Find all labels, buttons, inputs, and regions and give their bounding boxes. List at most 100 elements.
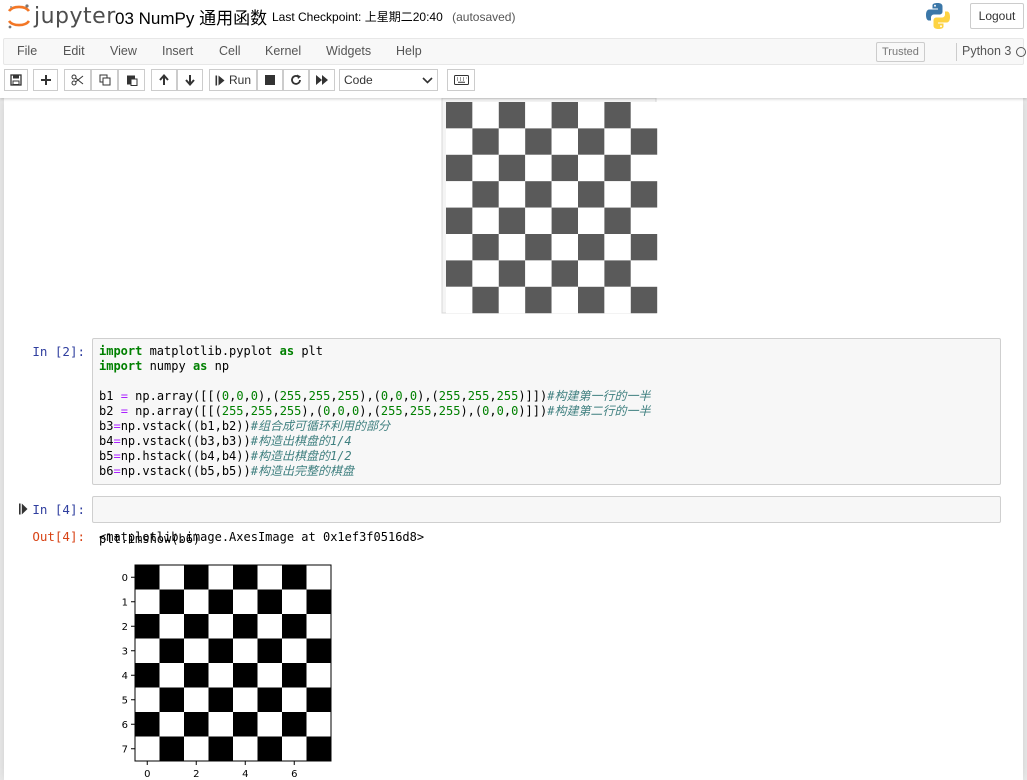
code-token: 255 <box>308 389 331 403</box>
save-button[interactable] <box>4 69 28 91</box>
heatmap-cell <box>282 614 307 639</box>
menu-help[interactable]: Help <box>396 44 422 58</box>
y-axis: 0 1 2 3 4 5 6 7 <box>122 573 135 755</box>
command-palette-button[interactable] <box>447 69 475 91</box>
heatmap-cell <box>257 712 282 737</box>
interrupt-button[interactable] <box>257 69 283 91</box>
heatmap-cell <box>159 565 184 590</box>
code-line: b1 = np.array([[(0,0,0),(255,255,255),(0… <box>99 389 994 404</box>
board-square <box>472 102 499 129</box>
code-token: , <box>330 404 338 418</box>
toolbar: Run Code <box>0 68 1027 94</box>
menu-insert[interactable]: Insert <box>162 44 193 58</box>
heatmap-cell <box>208 638 233 663</box>
heatmap-cell <box>306 589 331 614</box>
x-tick-label: 4 <box>242 769 248 780</box>
heatmap-cell <box>257 614 282 639</box>
heatmap-cell <box>233 736 258 761</box>
board-square <box>446 260 473 287</box>
code-token: ),( <box>359 389 381 403</box>
restart-button[interactable] <box>283 69 309 91</box>
kernel-name[interactable]: Python 3 <box>962 44 1011 58</box>
code-token: )]]) <box>518 389 548 403</box>
menu-kernel[interactable]: Kernel <box>265 44 301 58</box>
code-line: import numpy as np <box>99 359 994 374</box>
board-square <box>604 234 631 261</box>
code-token: 255 <box>337 389 360 403</box>
heatmap-cell <box>159 712 184 737</box>
board-square <box>604 286 631 314</box>
heatmap-cell <box>208 565 233 590</box>
top-bar: jupyter 03 NumPy 通用函数 Last Checkpoint: 上… <box>0 0 1027 36</box>
code-token: , <box>272 404 280 418</box>
board-square <box>498 128 526 155</box>
board-square <box>498 260 526 287</box>
move-down-button[interactable] <box>177 69 203 91</box>
heatmap-cell <box>233 687 258 712</box>
menu-view[interactable]: View <box>110 44 137 58</box>
cell-4-output-text: <matplotlib.image.AxesImage at 0x1ef3f05… <box>99 530 425 544</box>
cell-2-code-input[interactable]: import matplotlib.pyplot as plt import nu… <box>92 338 1001 485</box>
notebook-name[interactable]: 03 NumPy 通用函数 <box>115 4 267 29</box>
heatmap-cell <box>257 638 282 663</box>
run-button[interactable]: Run <box>209 69 257 91</box>
code-token: , <box>431 404 439 418</box>
y-tick-label: 7 <box>122 744 128 755</box>
heatmap-cell <box>208 663 233 688</box>
heatmap-cell <box>282 712 307 737</box>
restart-run-all-button[interactable] <box>309 69 335 91</box>
heatmap-cell <box>282 663 307 688</box>
board-square <box>578 260 605 287</box>
code-token: = <box>113 419 121 433</box>
kernel-idle-icon <box>1016 47 1026 57</box>
jupyter-logo-icon <box>7 4 31 29</box>
code-token: , <box>243 389 251 403</box>
board-square <box>446 207 473 234</box>
code-line: b3=np.vstack((b1,b2))#组合成可循环利用的部分 <box>99 419 994 434</box>
heatmap-cell <box>233 712 258 737</box>
menu-edit[interactable]: Edit <box>63 44 85 58</box>
board-square <box>578 128 605 155</box>
insert-cell-button[interactable] <box>33 69 58 91</box>
board-square <box>498 234 526 261</box>
x-tick-label: 2 <box>193 769 199 780</box>
heatmap-cell <box>257 736 282 761</box>
logout-button[interactable]: Logout <box>970 3 1024 29</box>
code-token: , <box>301 389 309 403</box>
heatmap-cell <box>135 712 160 737</box>
board-square <box>498 181 526 208</box>
code-token: b5 <box>99 449 114 463</box>
code-token: = <box>120 404 128 418</box>
cut-button[interactable] <box>64 69 91 91</box>
board-square <box>446 181 473 208</box>
heatmap-cell <box>208 687 233 712</box>
code-token: b6 <box>99 464 114 478</box>
y-tick-label: 3 <box>122 646 128 657</box>
menu-cell[interactable]: Cell <box>219 44 241 58</box>
heatmap-cell <box>135 638 160 663</box>
paste-button[interactable] <box>118 69 145 91</box>
code-token: #构造出棋盘的1/2 <box>250 449 352 463</box>
y-tick-label: 5 <box>122 695 128 706</box>
copy-button[interactable] <box>91 69 118 91</box>
menu-file[interactable]: File <box>17 44 37 58</box>
x-axis: 0 2 4 6 <box>144 761 297 780</box>
plus-icon <box>40 75 51 85</box>
jupyter-logo[interactable]: jupyter <box>6 2 116 30</box>
menu-widgets[interactable]: Widgets <box>326 44 371 58</box>
board-square <box>446 234 473 261</box>
code-token: = <box>120 389 128 403</box>
code-token: plt <box>294 344 323 358</box>
cell-4-code-input[interactable]: plt.imshow(b6) <box>92 496 1001 546</box>
trusted-indicator[interactable]: Trusted <box>876 42 925 62</box>
code-token: , <box>460 389 468 403</box>
paste-icon <box>126 75 137 86</box>
code-token: as <box>192 359 208 373</box>
heatmap-cell <box>135 614 160 639</box>
move-up-button[interactable] <box>151 69 177 91</box>
heatmap-cell <box>184 736 209 761</box>
code-token: #构造出棋盘的1/4 <box>250 434 352 448</box>
board-square <box>498 286 526 314</box>
code-token: np.array([[( <box>127 404 222 418</box>
cell-type-select[interactable]: Code <box>339 69 438 91</box>
